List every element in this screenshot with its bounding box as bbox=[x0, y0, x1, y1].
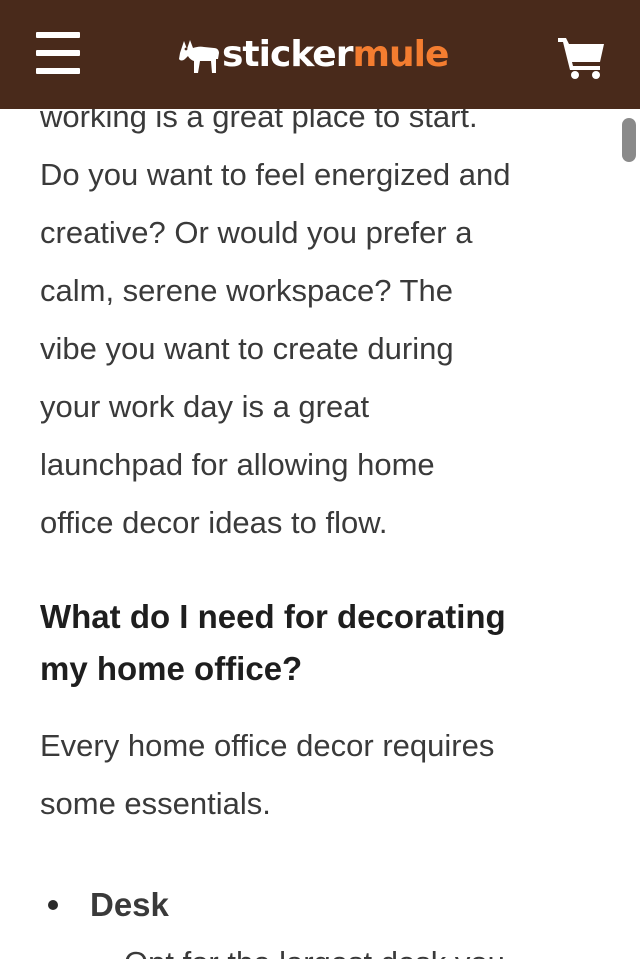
partial-paragraph-line: Opt for the largest desk you bbox=[124, 934, 505, 959]
menu-button[interactable] bbox=[30, 28, 86, 78]
page: sticker mule working is a great place to… bbox=[0, 0, 640, 959]
hamburger-menu-icon bbox=[36, 50, 80, 56]
heading-line: my home office? bbox=[40, 650, 303, 687]
cart-button[interactable] bbox=[558, 36, 606, 80]
scrollbar-thumb[interactable] bbox=[622, 118, 636, 162]
paragraph-line: calm, serene workspace? The bbox=[40, 273, 453, 308]
mule-icon bbox=[179, 40, 219, 73]
hamburger-menu-icon bbox=[36, 32, 80, 38]
logo-text-sticker: sticker bbox=[222, 34, 353, 75]
paragraph-line: some essentials. bbox=[40, 786, 271, 821]
paragraph-line: office decor ideas to flow. bbox=[40, 505, 388, 540]
paragraph-line: launchpad for allowing home bbox=[40, 447, 435, 482]
paragraph-line: Every home office decor requires bbox=[40, 728, 495, 763]
heading-line: What do I need for decorating bbox=[40, 598, 506, 635]
section-heading: What do I need for decorating my home of… bbox=[40, 591, 610, 695]
intro-paragraph: working is a great place to start. Do yo… bbox=[40, 88, 610, 552]
bullet-icon bbox=[48, 900, 58, 910]
paragraph-line: creative? Or would you prefer a bbox=[40, 215, 473, 250]
list-item-label: Desk bbox=[90, 886, 169, 923]
paragraph-line: vibe you want to create during bbox=[40, 331, 454, 366]
list-item: Desk bbox=[40, 876, 610, 934]
shopping-cart-icon bbox=[558, 38, 604, 79]
site-header: sticker mule bbox=[0, 0, 640, 109]
essentials-paragraph: Every home office decor requires some es… bbox=[40, 717, 610, 833]
paragraph-line: your work day is a great bbox=[40, 389, 370, 424]
hamburger-menu-icon bbox=[36, 68, 80, 74]
logo-text-mule: mule bbox=[352, 34, 449, 75]
sticker-mule-logo[interactable]: sticker mule bbox=[176, 30, 449, 80]
paragraph-line: Do you want to feel energized and bbox=[40, 157, 511, 192]
